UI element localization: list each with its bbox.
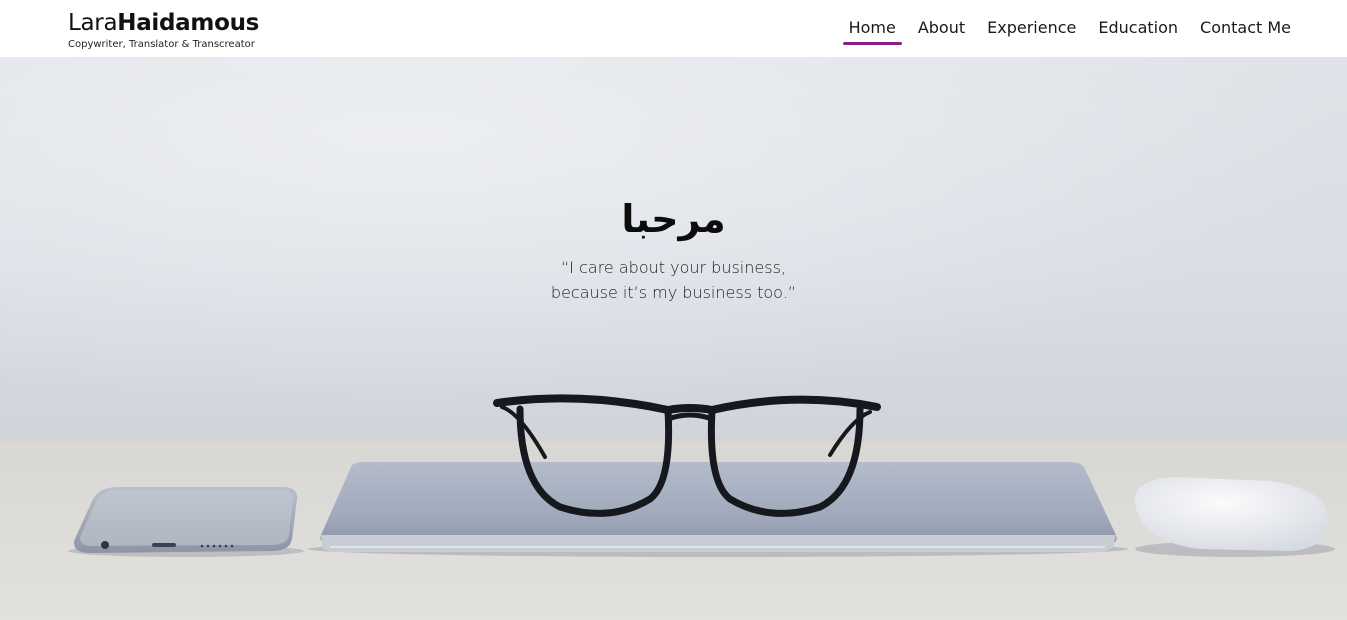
logo-last-name: Haidamous — [117, 10, 260, 36]
hero-title: مرحبا — [621, 197, 726, 241]
logo-first-name: Lara — [68, 10, 118, 36]
phone-in-photo — [68, 487, 304, 557]
nav-about[interactable]: About — [918, 17, 965, 39]
hero-content: مرحبا “I care about your business, becau… — [0, 195, 1347, 305]
site-header: LaraHaidamous Copywriter, Translator & T… — [0, 0, 1347, 57]
site-logo[interactable]: LaraHaidamous Copywriter, Translator & T… — [68, 9, 259, 51]
main-nav: Home About Experience Education Contact … — [842, 17, 1291, 45]
nav-education[interactable]: Education — [1098, 17, 1178, 39]
nav-contact-me[interactable]: Contact Me — [1200, 17, 1291, 39]
hero-quote-line-2: because it’s my business too.” — [550, 283, 797, 302]
hero-background-image — [0, 57, 1347, 620]
nav-experience[interactable]: Experience — [987, 17, 1076, 39]
logo-wordmark: LaraHaidamous — [68, 9, 259, 37]
nav-home[interactable]: Home — [842, 17, 903, 45]
logo-tagline: Copywriter, Translator & Transcreator — [68, 39, 255, 50]
hero-section: مرحبا “I care about your business, becau… — [0, 57, 1347, 620]
hero-quote-line-1: “I care about your business, — [561, 258, 786, 277]
hero-quote: “I care about your business, because it’… — [0, 255, 1347, 305]
